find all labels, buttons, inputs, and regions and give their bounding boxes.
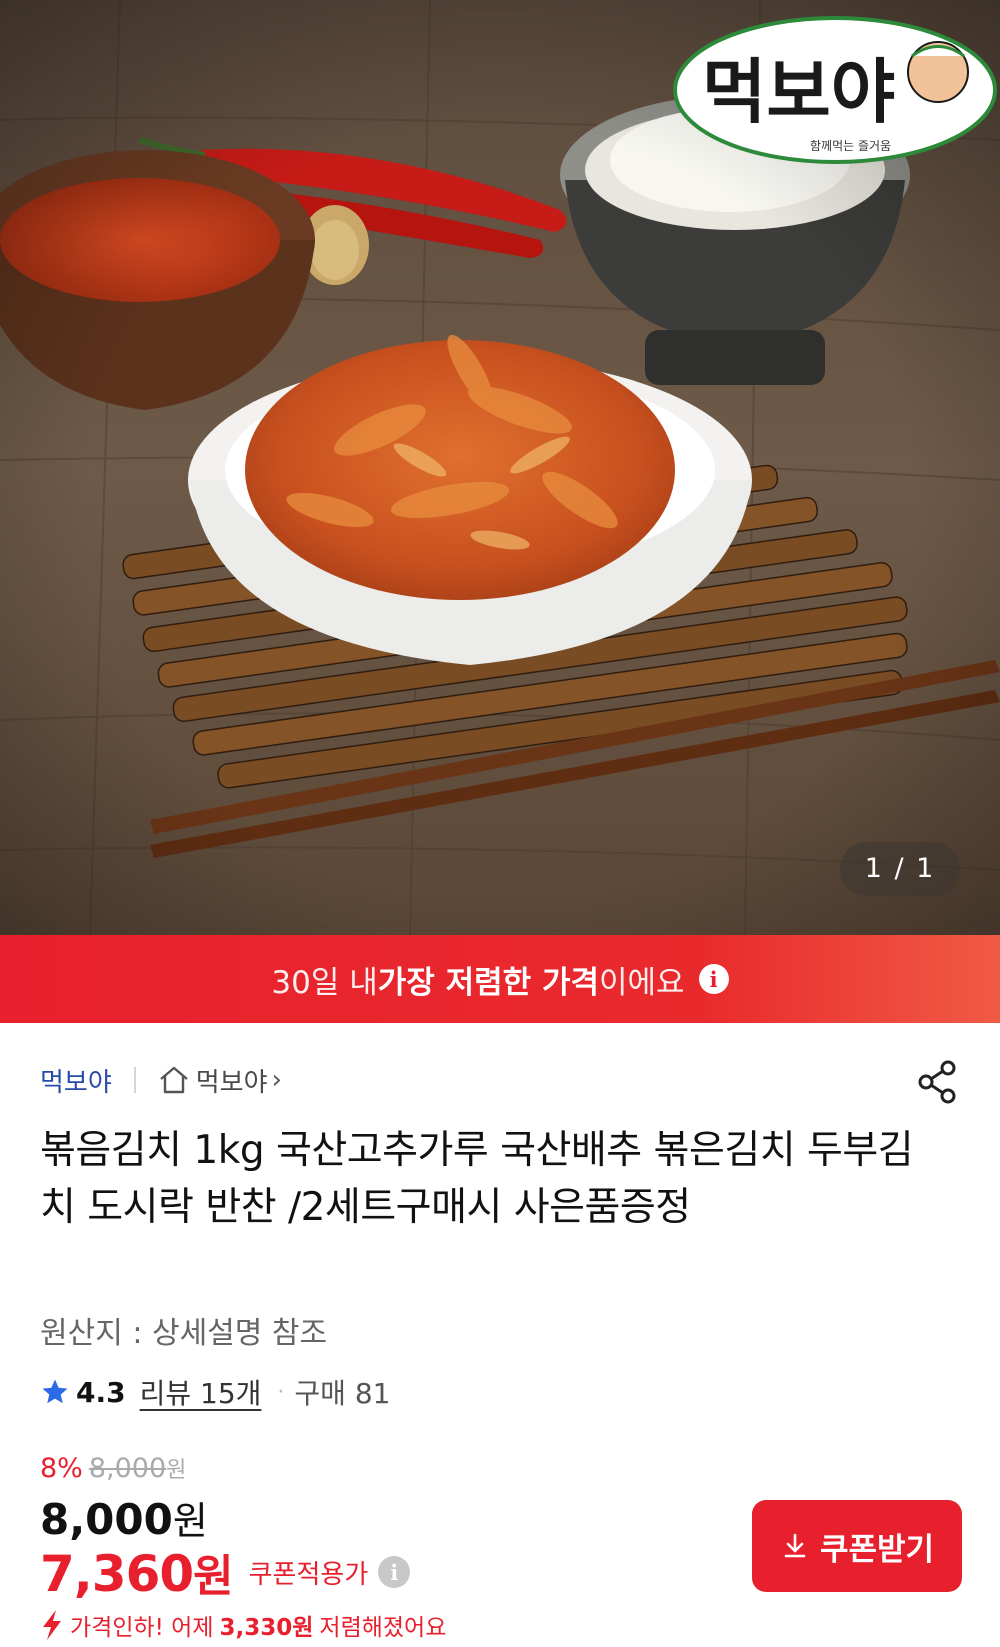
svg-text:함께먹는 즐거움: 함께먹는 즐거움 [810, 139, 891, 153]
coupon-price-row: 7,360원 쿠폰적용가 i [40, 1540, 411, 1604]
banner-highlight: 가장 저렴한 가격 [377, 964, 599, 1001]
get-coupon-button[interactable]: 쿠폰받기 [752, 1500, 962, 1592]
coupon-price-value: 7,360 [40, 1545, 194, 1603]
svg-text:먹보야: 먹보야 [702, 51, 895, 133]
info-icon[interactable]: i [698, 964, 729, 994]
original-price: 8,000 [88, 1453, 167, 1484]
sale-price: 8,000원 [40, 1490, 208, 1545]
store-link-label: 먹보야 [195, 1067, 268, 1098]
home-icon [159, 1066, 188, 1094]
share-button[interactable] [914, 1058, 962, 1106]
lowest-price-banner[interactable]: 30일 내 가장 저렴한 가격 이에요 i [0, 935, 1000, 1023]
image-page-indicator: 1 / 1 [840, 842, 960, 896]
get-coupon-label: 쿠폰받기 [819, 1531, 935, 1568]
product-photo: 먹보야 함께먹는 즐거움 [0, 0, 1000, 935]
seller-row: 먹보야 먹보야 › [40, 1060, 282, 1100]
price-drop-amount: 3,330원 [219, 1615, 314, 1641]
rating-row: 4.3 리뷰 15개 · 구매 81 [40, 1372, 390, 1412]
share-icon [918, 1060, 956, 1104]
info-icon[interactable]: i [378, 1556, 411, 1588]
star-icon [42, 1379, 68, 1404]
banner-prefix: 30일 내 [271, 964, 378, 1001]
rating-score: 4.3 [76, 1375, 126, 1409]
price-drop-notice: 가격인하! 어제 3,330원 저렴해졌어요 [40, 1608, 446, 1642]
product-image-carousel[interactable]: 먹보야 함께먹는 즐거움 1 / 1 [0, 0, 1000, 935]
original-price-unit: 원 [166, 1458, 187, 1483]
download-icon [784, 1533, 806, 1558]
chevron-right-icon: › [271, 1065, 282, 1095]
sale-price-value: 8,000 [40, 1495, 173, 1544]
seller-name-link[interactable]: 먹보야 [40, 1062, 112, 1099]
lightning-icon [43, 1610, 61, 1640]
coupon-price: 7,360원 [40, 1540, 234, 1604]
banner-suffix: 이에요 [599, 964, 685, 1001]
brand-logo: 먹보야 함께먹는 즐거움 [673, 16, 997, 164]
discount-rate: 8% [40, 1453, 83, 1484]
origin-info: 원산지 : 상세설명 참조 [40, 1316, 328, 1351]
discount-row: 8% 8,000 원 [40, 1452, 186, 1484]
purchase-count: 구매 81 [294, 1377, 391, 1410]
sale-price-unit: 원 [172, 1499, 208, 1543]
coupon-price-label: 쿠폰적용가 [248, 1559, 369, 1590]
store-home-link[interactable]: 먹보야 › [158, 1062, 282, 1099]
divider [133, 1067, 136, 1093]
review-count-link[interactable]: 리뷰 15개 [140, 1372, 262, 1412]
price-drop-prefix: 가격인하! 어제 [70, 1615, 214, 1641]
coupon-price-unit: 원 [193, 1551, 233, 1602]
dot-separator: · [277, 1379, 285, 1405]
product-title: 볶음김치 1kg 국산고추가루 국산배추 볶은김치 두부김치 도시락 반찬 /2… [40, 1128, 914, 1230]
price-drop-suffix: 저렴해졌어요 [319, 1615, 447, 1641]
